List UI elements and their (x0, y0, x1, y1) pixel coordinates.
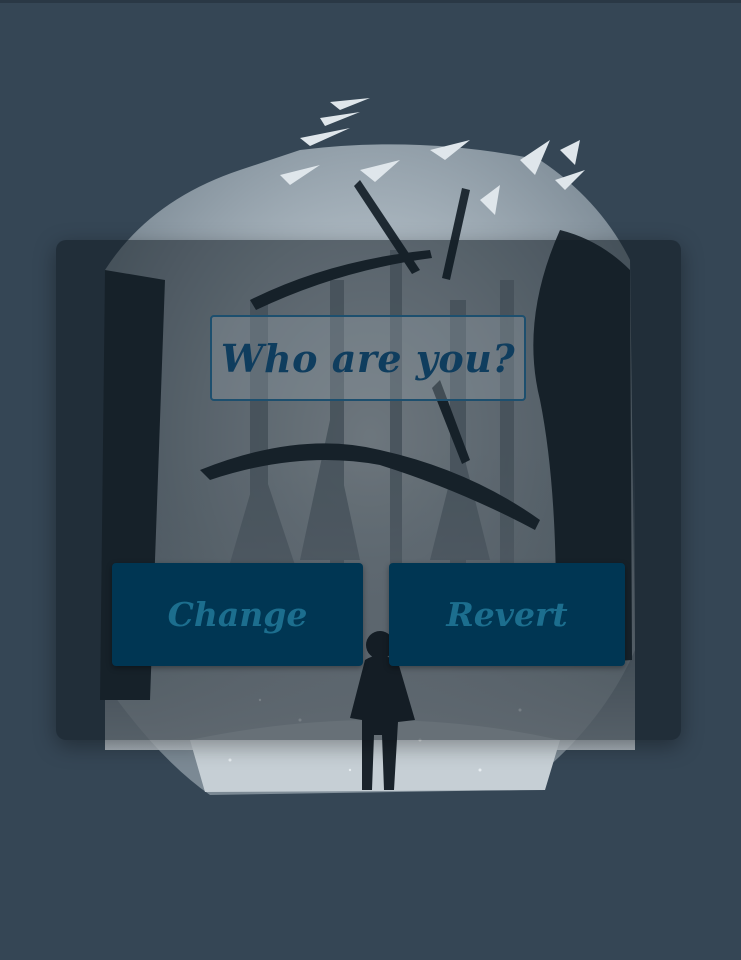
title-box: Who are you? (210, 315, 526, 401)
dialog-title: Who are you? (220, 335, 516, 381)
revert-button-label: Revert (446, 595, 568, 634)
change-button-label: Change (167, 595, 308, 634)
change-button[interactable]: Change (112, 563, 363, 666)
profile-dialog: Who are you? Change Revert (56, 240, 681, 740)
revert-button[interactable]: Revert (389, 563, 625, 666)
